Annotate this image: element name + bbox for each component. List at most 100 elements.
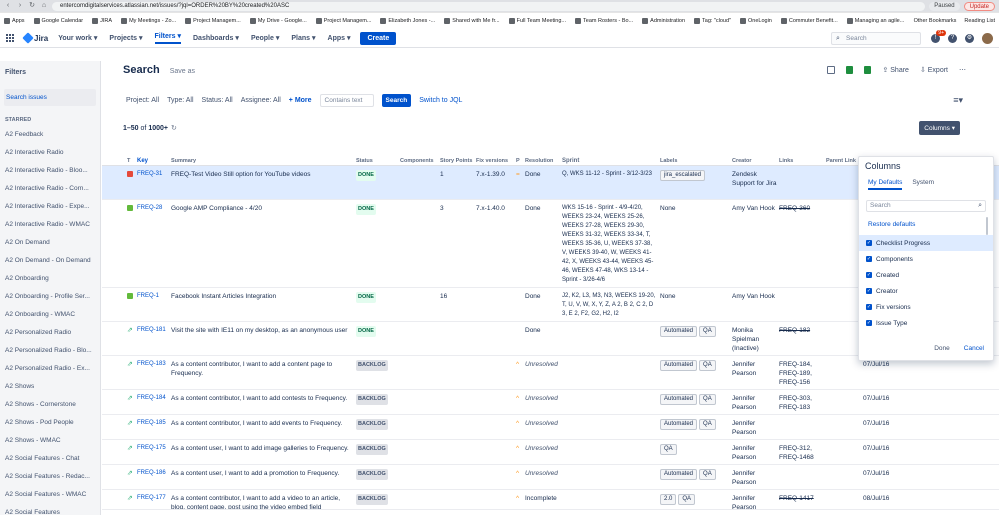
nav-item-people[interactable]: People ▾ (251, 34, 279, 42)
type-filter[interactable]: Type: All (167, 97, 193, 104)
forward-icon[interactable]: › (16, 2, 24, 10)
update-button[interactable]: Update (963, 1, 995, 11)
address-bar[interactable]: entercomdigitalservices.atlassian.net/is… (52, 1, 926, 11)
refresh-icon[interactable]: ↻ (171, 124, 177, 132)
bookmark-item[interactable]: Project Managem... (185, 18, 241, 24)
sidebar-item-search-issues[interactable]: Search issues (4, 89, 96, 106)
sidebar-item-filter[interactable]: A2 Interactive Radio (0, 144, 100, 162)
back-icon[interactable]: ‹ (4, 2, 12, 10)
bookmark-item[interactable]: Commuter Benefit... (780, 18, 838, 24)
bookmark-item[interactable]: My Drive - Google... (249, 18, 307, 24)
sidebar-item-filter[interactable]: A2 Personalized Radio - Ex... (0, 360, 100, 378)
checkbox-checked-icon[interactable]: ✓ (866, 288, 872, 294)
tab-system[interactable]: System (912, 179, 934, 190)
more-actions-icon[interactable]: ⋯ (959, 66, 966, 74)
status-filter[interactable]: Status: All (202, 97, 233, 104)
column-option-fix-versions[interactable]: ✓ Fix versions (859, 299, 993, 315)
bookmark-item[interactable]: Team Rosters - Bo... (575, 18, 633, 24)
sidebar-item-filter[interactable]: A2 Personalized Radio (0, 324, 100, 342)
bookmark-item[interactable]: Administration (642, 18, 685, 24)
columns-search-input[interactable]: Search (866, 200, 986, 212)
sidebar-item-filter[interactable]: A2 On Demand - On Demand (0, 252, 100, 270)
restore-defaults-link[interactable]: Restore defaults (859, 212, 993, 232)
nav-item-dashboards[interactable]: Dashboards ▾ (193, 34, 239, 42)
nav-item-your-work[interactable]: Your work ▾ (58, 34, 97, 42)
sidebar-item-filter[interactable]: A2 Onboarding - Profile Ser... (0, 288, 100, 306)
notifications-icon[interactable]: ! 9+ (931, 29, 946, 43)
user-avatar[interactable] (982, 32, 993, 44)
bookmark-item[interactable]: Project Managem... (315, 18, 371, 24)
done-button[interactable]: Done (934, 345, 950, 352)
checkbox-checked-icon[interactable]: ✓ (866, 304, 872, 310)
switch-to-jql-link[interactable]: Switch to JQL (419, 97, 462, 104)
column-option-creator[interactable]: ✓ Creator (859, 283, 993, 299)
bookmark-item[interactable]: OneLogin (740, 18, 772, 24)
share-button[interactable]: ⇪ Share (882, 66, 909, 74)
create-button[interactable]: Create (360, 31, 397, 45)
column-option-components[interactable]: ✓ Components (859, 251, 993, 267)
jira-logo[interactable]: Jira (22, 32, 48, 44)
sidebar-item-filter[interactable]: A2 Shows - WMAC (0, 432, 100, 450)
sidebar-item-filter[interactable]: A2 Social Features (0, 504, 100, 515)
settings-gear-icon[interactable]: ⚙ (965, 33, 974, 43)
sidebar-item-filter[interactable]: A2 Onboarding - WMAC (0, 306, 100, 324)
sidebar-item-filter[interactable]: A2 On Demand (0, 234, 100, 252)
column-option-created[interactable]: ✓ Created (859, 267, 993, 283)
copy-icon[interactable] (827, 66, 836, 74)
save-as-button[interactable]: Save as (170, 68, 195, 75)
sidebar-item-filter[interactable]: A2 Interactive Radio - Corn... (0, 180, 100, 198)
column-option-issue-type[interactable]: ✓ Issue Type (859, 315, 993, 331)
other-bookmarks[interactable]: Other Bookmarks (914, 18, 957, 24)
list-view-icon[interactable]: ≡▾ (953, 95, 963, 106)
sidebar-item-filter[interactable]: A2 Interactive Radio - Bloo... (0, 162, 100, 180)
cancel-button[interactable]: Cancel (964, 345, 984, 352)
export-button[interactable]: ⇩ Export (920, 66, 948, 74)
sidebar-item-filter[interactable]: A2 Social Features - Redac... (0, 468, 100, 486)
excel-icon[interactable] (846, 66, 854, 74)
columns-scrollbar[interactable] (986, 217, 988, 235)
app-switcher-icon[interactable] (6, 34, 14, 42)
bookmark-item[interactable]: Elizabeth Jones -... (380, 18, 435, 24)
bookmark-item[interactable]: Managing an agile... (846, 18, 904, 24)
bookmark-item[interactable]: Apps (4, 18, 25, 24)
project-filter[interactable]: Project: All (126, 97, 159, 104)
sidebar-item-filter[interactable]: A2 Personalized Radio - Blo... (0, 342, 100, 360)
nav-item-filters[interactable]: Filters ▾ (154, 32, 181, 44)
home-icon[interactable]: ⌂ (40, 2, 48, 10)
sidebar-item-filter[interactable]: A2 Onboarding (0, 270, 100, 288)
sidebar-item-filter[interactable]: A2 Interactive Radio - WMAC (0, 216, 100, 234)
bookmark-item[interactable]: Tag: "cloud" (694, 18, 731, 24)
nav-item-projects[interactable]: Projects ▾ (109, 34, 142, 42)
sidebar-item-filter[interactable]: A2 Social Features - WMAC (0, 486, 100, 504)
contains-text-input[interactable]: Contains text (319, 93, 374, 107)
paused-button[interactable]: Paused (929, 1, 960, 11)
sidebar-item-filter[interactable]: A2 Shows (0, 378, 100, 396)
bookmark-item[interactable]: My Meetings - Zo... (121, 18, 176, 24)
columns-button[interactable]: Columns ▾ (919, 121, 960, 135)
sheets-icon[interactable] (864, 66, 872, 74)
help-icon[interactable]: ? (948, 33, 957, 43)
nav-item-plans[interactable]: Plans ▾ (291, 34, 315, 42)
sidebar-item-filter[interactable]: A2 Shows - Cornerstone (0, 396, 100, 414)
nav-item-apps[interactable]: Apps ▾ (328, 34, 351, 42)
checkbox-checked-icon[interactable]: ✓ (866, 320, 872, 326)
bookmark-item[interactable]: Google Calendar (33, 18, 83, 24)
search-button[interactable]: Search (381, 93, 412, 107)
sidebar-item-filter[interactable]: A2 Social Features - Chat (0, 450, 100, 468)
checkbox-checked-icon[interactable]: ✓ (866, 256, 872, 262)
bookmark-item[interactable]: Full Team Meeting... (508, 18, 566, 24)
more-filters-button[interactable]: + More (289, 97, 312, 104)
sidebar-item-filter[interactable]: A2 Interactive Radio - Expe... (0, 198, 100, 216)
bookmark-item[interactable]: Shared with Me fr... (444, 18, 500, 24)
global-search-input[interactable]: Search (831, 31, 921, 45)
bookmark-item[interactable]: JIRA (92, 18, 112, 24)
reading-list[interactable]: Reading List (964, 18, 995, 24)
tab-my-defaults[interactable]: My Defaults (868, 179, 903, 190)
assignee-filter[interactable]: Assignee: All (241, 97, 281, 104)
column-option-checklist-progress[interactable]: ✓ Checklist Progress (859, 235, 993, 251)
reload-icon[interactable]: ↻ (28, 2, 36, 10)
checkbox-checked-icon[interactable]: ✓ (866, 240, 872, 246)
sidebar-item-filter[interactable]: A2 Shows - Pod People (0, 414, 100, 432)
sidebar-item-filter[interactable]: A2 Feedback (0, 126, 100, 144)
checkbox-checked-icon[interactable]: ✓ (866, 272, 872, 278)
